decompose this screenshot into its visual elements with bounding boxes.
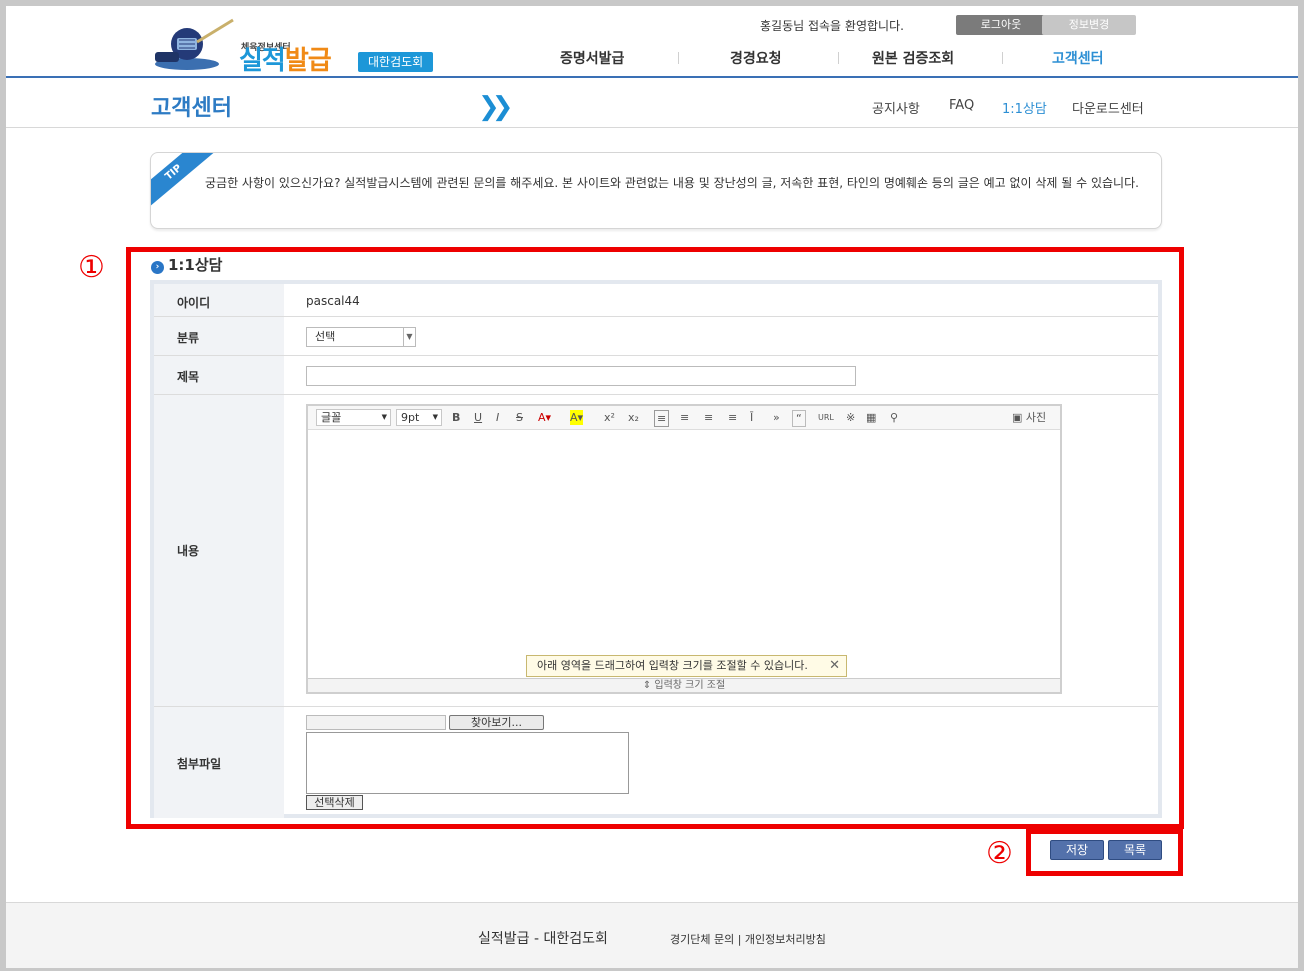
strikethrough-icon[interactable]: S xyxy=(516,410,523,425)
footer-links[interactable]: 경기단체 문의 | 개인정보처리방침 xyxy=(670,931,826,947)
underline-icon[interactable]: U xyxy=(474,410,482,425)
form-label-cell: 아이디 xyxy=(154,284,284,316)
link-icon[interactable]: URL xyxy=(818,410,834,425)
subnav-download[interactable]: 다운로드센터 xyxy=(1072,98,1144,117)
form-label-cell: 내용 xyxy=(154,395,284,706)
special-char-icon[interactable]: ※ xyxy=(846,410,855,425)
form-row-category: 분류 선택 ▼ xyxy=(154,317,1158,356)
footer: 실적발급 - 대한검도회 경기단체 문의 | 개인정보처리방침 xyxy=(6,902,1298,968)
top-header: 체육정보센터 실적발급 대한검도회 홍길동님 접속을 환영합니다. 로그아웃 정… xyxy=(6,6,1298,78)
subject-input[interactable] xyxy=(306,366,856,386)
gnb-divider xyxy=(1002,52,1003,64)
font-select-value: 글꼴 xyxy=(321,411,342,424)
table-icon[interactable]: ▦ xyxy=(866,410,876,425)
align-justify-icon[interactable]: ≡ xyxy=(728,410,737,425)
attached-file-list[interactable] xyxy=(306,732,629,794)
form-row-content: 내용 글꼴 ▼ 9pt ▼ B U I S A▾ A▾ x² x₂ ≡ ≡ ≡ ≡ … xyxy=(154,395,1158,707)
marker-one: ① xyxy=(78,250,105,285)
chevron-down-icon: ▼ xyxy=(403,328,415,346)
resize-label: 입력창 크기 조절 xyxy=(654,680,726,691)
tip-text: 궁금한 사항이 있으신가요? 실적발급시스템에 관련된 문의를 해주세요. 본 … xyxy=(205,176,1139,190)
category-label: 분류 xyxy=(177,331,200,345)
chevron-down-icon: ▼ xyxy=(381,413,387,421)
form-label-cell: 제목 xyxy=(154,356,284,394)
section-title-text: 1:1상담 xyxy=(168,256,223,274)
logo-title-part1: 실적 xyxy=(239,46,286,76)
search-icon[interactable]: ⚲ xyxy=(890,410,898,425)
resize-tooltip-text: 아래 영역을 드래그하여 입력창 크기를 조절할 수 있습니다. xyxy=(537,659,808,672)
double-chevron-icon: ❯❯ xyxy=(478,92,513,122)
logo-title-part2: 발급 xyxy=(284,46,332,76)
section-title: › 1:1상담 xyxy=(151,254,222,275)
line-height-icon[interactable]: Ī xyxy=(750,410,753,425)
browse-button[interactable]: 찾아보기... xyxy=(449,715,544,730)
subnav-notice[interactable]: 공지사항 xyxy=(872,98,920,117)
footer-brand: 실적발급 - 대한검도회 xyxy=(478,931,608,947)
size-select[interactable]: 9pt ▼ xyxy=(396,409,442,426)
photo-button[interactable]: ▣ 사진 xyxy=(1012,410,1046,425)
logout-button[interactable]: 로그아웃 xyxy=(956,15,1046,35)
page-title: 고객센터 xyxy=(151,96,232,121)
editor-resize-handle[interactable]: ⇕ 입력창 크기 조절 xyxy=(308,678,1060,692)
attach-label: 첨부파일 xyxy=(177,757,222,771)
gnb-divider xyxy=(678,52,679,64)
welcome-text: 홍길동님 접속을 환영합니다. xyxy=(760,19,904,33)
save-button[interactable]: 저장 xyxy=(1050,840,1104,860)
close-icon[interactable]: ✕ xyxy=(829,656,840,676)
superscript-icon[interactable]: x² xyxy=(604,410,615,425)
tip-box: TIP 궁금한 사항이 있으신가요? 실적발급시스템에 관련된 문의를 해주세요… xyxy=(150,152,1162,229)
more-icon[interactable]: » xyxy=(773,410,780,425)
subnav-consult[interactable]: 1:1상담 xyxy=(1002,98,1047,117)
text-color-icon[interactable]: A▾ xyxy=(538,410,551,425)
list-button[interactable]: 목록 xyxy=(1108,840,1162,860)
id-label: 아이디 xyxy=(177,296,211,310)
logo-title: 실적발급 xyxy=(239,46,332,76)
consult-form: 아이디 pascal44 분류 선택 ▼ 제목 내용 글꼴 ▼ 9pt ▼ B U … xyxy=(150,280,1162,818)
quote-icon[interactable]: “ xyxy=(792,410,806,427)
subscript-icon[interactable]: x₂ xyxy=(628,410,639,425)
form-label-cell: 분류 xyxy=(154,317,284,355)
id-value: pascal44 xyxy=(306,294,360,308)
delete-selected-button[interactable]: 선택삭제 xyxy=(306,795,363,810)
logo-badge: 대한검도회 xyxy=(358,52,434,72)
subject-label: 제목 xyxy=(177,370,200,384)
gnb-verify[interactable]: 원본 검증조회 xyxy=(872,48,954,68)
resize-tooltip: 아래 영역을 드래그하여 입력창 크기를 조절할 수 있습니다. ✕ xyxy=(526,655,847,677)
file-path-field[interactable] xyxy=(306,715,446,730)
camera-icon: ▣ xyxy=(1012,411,1023,424)
editor-toolbar: 글꼴 ▼ 9pt ▼ B U I S A▾ A▾ x² x₂ ≡ ≡ ≡ ≡ Ī »… xyxy=(308,406,1060,430)
photo-label: 사진 xyxy=(1025,411,1047,424)
gnb-request[interactable]: 경경요청 xyxy=(730,48,782,68)
sub-header: 고객센터 ❯❯ 공지사항 FAQ 1:1상담 다운로드센터 xyxy=(6,80,1298,128)
subnav-faq[interactable]: FAQ xyxy=(949,98,974,113)
align-center-icon[interactable]: ≡ xyxy=(680,410,689,425)
gnb-divider xyxy=(838,52,839,64)
content-label: 내용 xyxy=(177,544,200,558)
chevron-down-icon: ▼ xyxy=(432,413,438,421)
form-row-attachment: 첨부파일 찾아보기... 선택삭제 xyxy=(154,707,1158,818)
gnb-customer-center[interactable]: 고객센터 xyxy=(1052,48,1104,68)
form-label-cell: 첨부파일 xyxy=(154,707,284,818)
rich-text-editor: 글꼴 ▼ 9pt ▼ B U I S A▾ A▾ x² x₂ ≡ ≡ ≡ ≡ Ī »… xyxy=(306,404,1062,694)
marker-two: ② xyxy=(986,836,1013,871)
mascot-icon xyxy=(155,18,234,70)
form-row-id: 아이디 pascal44 xyxy=(154,284,1158,317)
site-logo[interactable]: 체육정보센터 실적발급 대한검도회 xyxy=(151,14,471,76)
font-select[interactable]: 글꼴 ▼ xyxy=(316,409,391,426)
align-left-icon[interactable]: ≡ xyxy=(654,410,670,427)
gnb-certificate[interactable]: 증명서발급 xyxy=(560,48,624,68)
highlight-icon[interactable]: A▾ xyxy=(570,410,584,425)
align-right-icon[interactable]: ≡ xyxy=(704,410,713,425)
italic-icon[interactable]: I xyxy=(496,410,499,425)
resize-arrows-icon: ⇕ xyxy=(642,680,652,691)
bold-icon[interactable]: B xyxy=(452,410,460,425)
info-change-button[interactable]: 정보변경 xyxy=(1042,15,1136,35)
category-select-value: 선택 xyxy=(315,330,336,343)
bullet-arrow-icon: › xyxy=(151,261,164,274)
category-select[interactable]: 선택 ▼ xyxy=(306,327,416,347)
form-row-subject: 제목 xyxy=(154,356,1158,395)
size-select-value: 9pt xyxy=(401,411,420,424)
